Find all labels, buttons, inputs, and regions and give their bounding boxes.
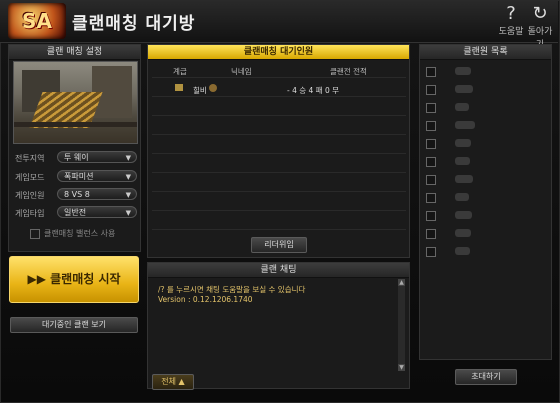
member-checkbox[interactable] bbox=[426, 121, 436, 131]
field-label-mode: 게임모드 bbox=[15, 173, 45, 182]
member-checkbox[interactable] bbox=[426, 67, 436, 77]
page-title: 클랜매칭 대기방 bbox=[72, 14, 196, 34]
list-item[interactable] bbox=[455, 139, 471, 147]
region-select[interactable]: 투 웨이 ▼ bbox=[57, 151, 137, 163]
list-item[interactable] bbox=[455, 211, 472, 219]
list-item[interactable] bbox=[455, 67, 471, 75]
member-checkbox[interactable] bbox=[426, 193, 436, 203]
play-icon: ▶▶ bbox=[27, 272, 51, 286]
clan-chat-panel: 클랜 채팅 bbox=[147, 262, 410, 389]
game-logo: SA bbox=[8, 3, 66, 39]
logo-text: SA bbox=[22, 9, 52, 33]
chevron-down-icon: ▼ bbox=[125, 191, 131, 199]
chevron-down-icon: ▼ bbox=[125, 209, 131, 217]
type-select[interactable]: 일반전 ▼ bbox=[57, 206, 137, 218]
col-rank: 계급 bbox=[173, 67, 187, 76]
clan-members-panel: 클랜원 목록 bbox=[419, 44, 552, 360]
list-item[interactable] bbox=[455, 229, 471, 237]
list-item[interactable] bbox=[455, 247, 470, 255]
list-item[interactable] bbox=[455, 157, 470, 165]
list-item[interactable] bbox=[455, 85, 473, 93]
clan-list-title: 클랜원 목록 bbox=[420, 45, 551, 60]
return-arrow-icon: ↻ bbox=[532, 3, 548, 24]
field-label-region: 전투지역 bbox=[15, 154, 45, 163]
mode-value: 폭파미션 bbox=[64, 172, 94, 181]
delegate-leader-button[interactable]: 리더위임 bbox=[251, 237, 307, 253]
member-checkbox[interactable] bbox=[426, 103, 436, 113]
players-select[interactable]: 8 VS 8 ▼ bbox=[57, 188, 137, 200]
chat-scrollbar[interactable] bbox=[398, 279, 405, 371]
scroll-up-icon[interactable]: ▲ bbox=[398, 279, 405, 286]
chevron-down-icon: ▼ bbox=[125, 154, 131, 162]
header-bar: SA 클랜매칭 대기방 ? 도움말 ↻ 돌아가기 bbox=[0, 0, 558, 50]
member-checkbox[interactable] bbox=[426, 175, 436, 185]
help-button[interactable]: ? 도움말 bbox=[497, 3, 525, 38]
settings-title: 클랜 매칭 설정 bbox=[9, 45, 140, 60]
view-waiting-clans-button[interactable]: 대기중인 클랜 보기 bbox=[10, 317, 138, 333]
col-record: 클랜전 전적 bbox=[330, 67, 367, 76]
member-checkbox[interactable] bbox=[426, 85, 436, 95]
invite-button[interactable]: 초대하기 bbox=[455, 369, 517, 385]
scroll-down-icon[interactable]: ▼ bbox=[398, 364, 405, 371]
chat-channel-button[interactable]: 전체 ▲ bbox=[152, 374, 194, 390]
field-label-players: 게임인원 bbox=[15, 191, 45, 200]
region-value: 투 웨이 bbox=[64, 153, 89, 162]
start-label: 클랜매칭 시작 bbox=[50, 272, 121, 286]
member-checkbox[interactable] bbox=[426, 211, 436, 221]
field-label-type: 게임타입 bbox=[15, 209, 45, 218]
member-record: - 4 승 4 패 0 무 bbox=[287, 86, 340, 95]
clan-mark-icon bbox=[209, 84, 217, 92]
member-checkbox[interactable] bbox=[426, 139, 436, 149]
balance-label: 클랜매칭 밸런스 사용 bbox=[44, 229, 116, 238]
question-icon: ? bbox=[506, 3, 516, 24]
balance-checkbox[interactable]: 클랜매칭 밸런스 사용 bbox=[30, 228, 115, 239]
list-item[interactable] bbox=[455, 175, 473, 183]
chat-line: /? 를 누르시면 채팅 도움말을 보실 수 있습니다 bbox=[158, 285, 306, 294]
waiting-title: 클랜매칭 대기인원 bbox=[148, 45, 409, 60]
list-item[interactable] bbox=[455, 121, 475, 129]
mode-select[interactable]: 폭파미션 ▼ bbox=[57, 170, 137, 182]
member-checkbox[interactable] bbox=[426, 247, 436, 257]
chat-line: Version : 0.12.1206.1740 bbox=[158, 295, 253, 304]
member-nickname: 힐비 bbox=[193, 86, 207, 95]
help-label: 도움말 bbox=[498, 27, 524, 37]
member-checkbox[interactable] bbox=[426, 229, 436, 239]
players-value: 8 VS 8 bbox=[64, 190, 90, 199]
match-settings-panel: 클랜 매칭 설정 전투지역 투 웨이 ▼ 게임모드 폭파미션 ▼ 게임인원 8 VS… bbox=[8, 44, 141, 252]
chevron-down-icon: ▼ bbox=[125, 173, 131, 181]
start-matching-button[interactable]: ▶▶ 클랜매칭 시작 bbox=[9, 256, 139, 303]
list-item[interactable] bbox=[455, 193, 469, 201]
list-item[interactable] bbox=[455, 103, 469, 111]
chat-title: 클랜 채팅 bbox=[148, 263, 409, 278]
type-value: 일반전 bbox=[64, 208, 87, 217]
checkbox-icon bbox=[30, 228, 40, 239]
col-nickname: 닉네임 bbox=[231, 67, 252, 76]
member-checkbox[interactable] bbox=[426, 157, 436, 167]
map-preview-image bbox=[13, 61, 138, 144]
rank-icon bbox=[175, 84, 183, 91]
